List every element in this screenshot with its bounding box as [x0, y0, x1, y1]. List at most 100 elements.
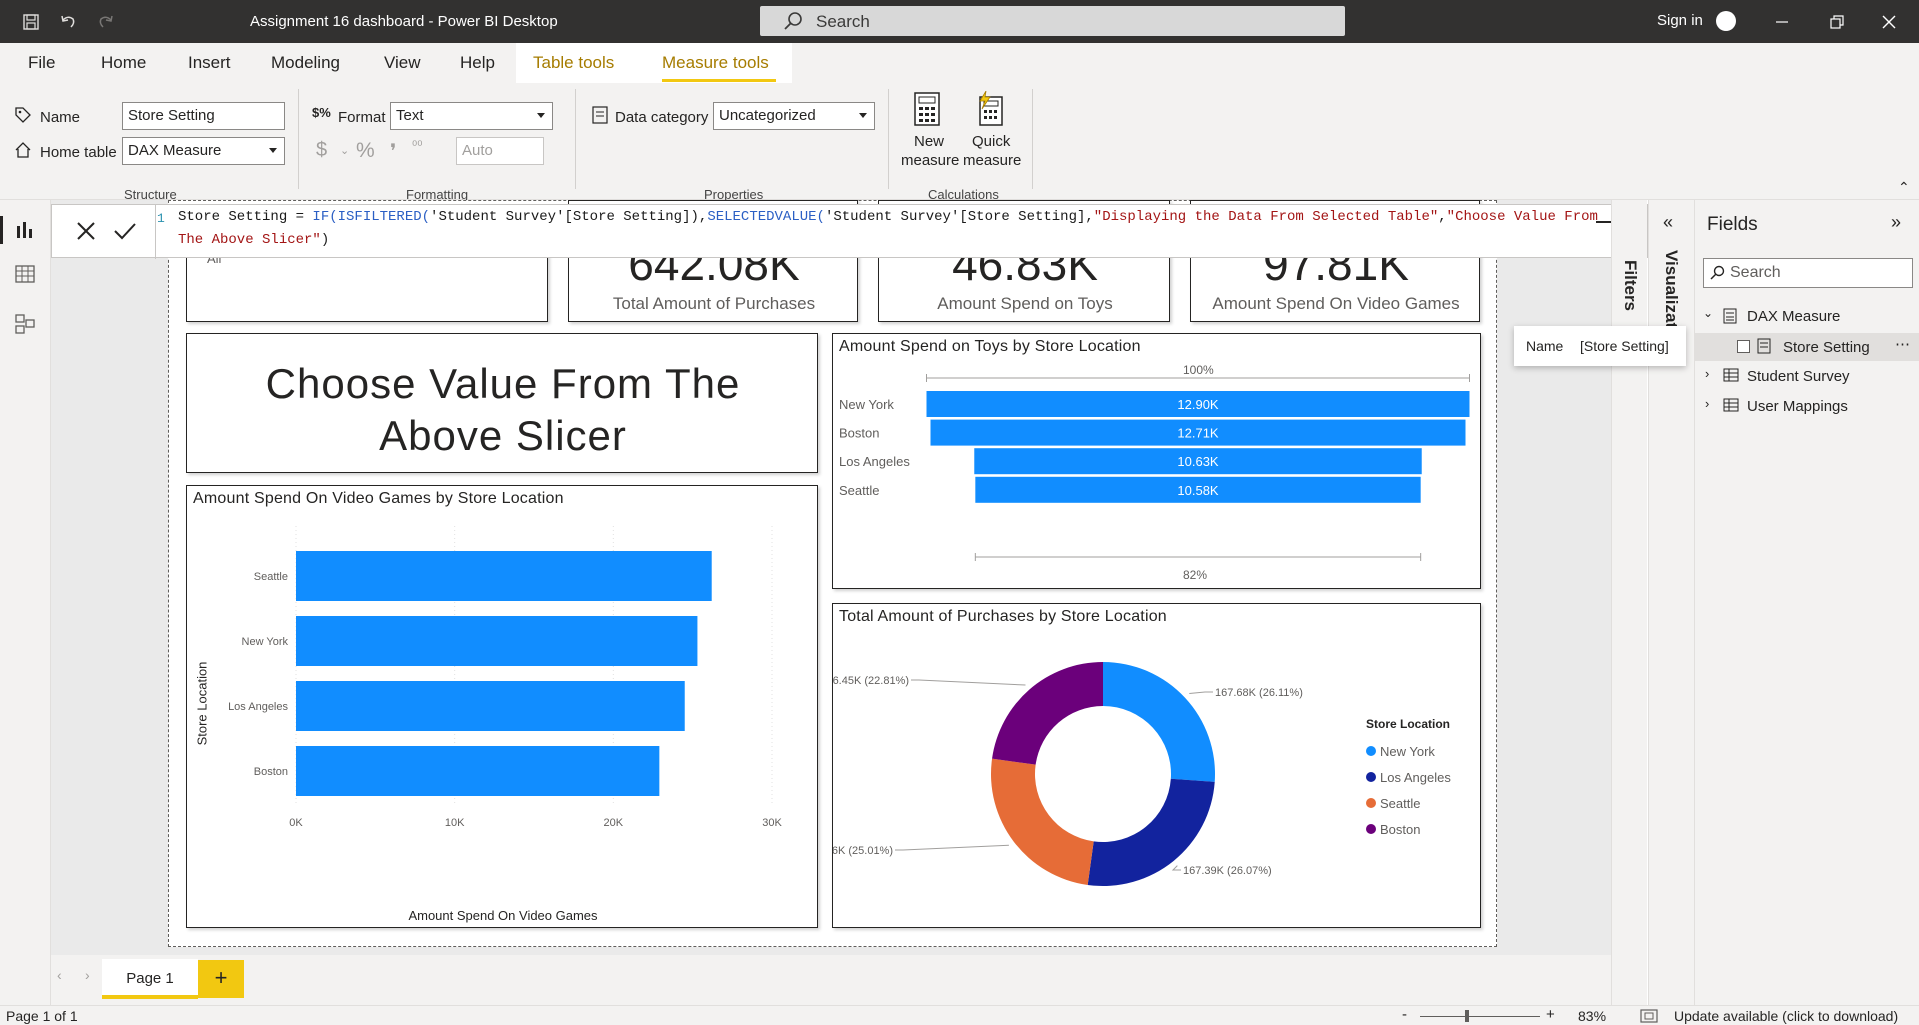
fields-search-input[interactable]: Search: [1703, 258, 1913, 288]
legend-marker: [1366, 772, 1376, 782]
cancel-formula-icon[interactable]: [74, 219, 98, 243]
legend-item[interactable]: Los Angeles: [1366, 764, 1451, 790]
format-icon: $%: [312, 105, 331, 120]
collapse-pane-icon[interactable]: »: [1891, 212, 1901, 233]
undo-icon[interactable]: [57, 11, 79, 33]
tab-table-tools[interactable]: Table tools: [533, 53, 614, 73]
update-available-link[interactable]: Update available (click to download): [1674, 1008, 1898, 1024]
zoom-level: 83%: [1578, 1008, 1607, 1024]
avatar[interactable]: [1716, 11, 1736, 31]
format-select[interactable]: Text: [390, 102, 553, 130]
commit-formula-icon[interactable]: [112, 219, 138, 243]
donut-chart-purchases[interactable]: Total Amount of Purchases by Store Locat…: [832, 603, 1481, 928]
zoom-out-button[interactable]: -: [1402, 1006, 1407, 1023]
search-icon: [1710, 265, 1725, 280]
sign-in-link[interactable]: Sign in: [1657, 12, 1703, 29]
data-label: 167.39K (26.07%): [1183, 865, 1272, 877]
legend-item[interactable]: New York: [1366, 738, 1451, 764]
data-label: 10.63K: [1177, 454, 1219, 469]
table-icon: [1723, 398, 1739, 412]
percent-icon[interactable]: %: [356, 139, 375, 163]
zoom-slider[interactable]: [1420, 1016, 1540, 1017]
close-icon[interactable]: [1877, 10, 1901, 34]
bar: [296, 681, 685, 731]
collapse-ribbon-icon[interactable]: ⌃: [1898, 179, 1910, 196]
page-count: Page 1 of 1: [6, 1008, 78, 1024]
field-label: Store Setting: [1783, 339, 1870, 356]
formula-part: 'Student Survey'[Store Setting]: [824, 209, 1086, 225]
formula-part: "Displaying the Data From Selected Table…: [1093, 209, 1439, 225]
table-dax-measure[interactable]: DAX Measure: [1747, 308, 1840, 325]
tag-icon: [15, 107, 31, 123]
name-field[interactable]: Store Setting: [122, 102, 285, 130]
field-store-setting[interactable]: Store Setting ⋯: [1695, 333, 1919, 361]
menu-home[interactable]: Home: [101, 53, 146, 73]
tab-measure-tools[interactable]: Measure tools: [662, 53, 769, 73]
visualizations-pane-collapsed[interactable]: « Visualizations: [1648, 200, 1694, 1005]
data-category-select[interactable]: Uncategorized: [713, 102, 875, 130]
funnel-chart-toys[interactable]: Amount Spend on Toys by Store Location 1…: [832, 333, 1481, 589]
formula-editor[interactable]: Store Setting = IF(ISFILTERED('Student S…: [178, 206, 1628, 256]
more-options-icon[interactable]: ⋯: [1895, 335, 1910, 353]
save-icon[interactable]: [20, 11, 42, 33]
quick-measure-button[interactable]: Quick measure: [958, 89, 1024, 181]
data-view-icon[interactable]: [15, 264, 35, 284]
legend-item[interactable]: Boston: [1366, 816, 1451, 842]
chevron-right-icon[interactable]: ›: [1705, 396, 1709, 411]
expand-pane-icon[interactable]: «: [1663, 212, 1673, 233]
formula-part: Store Setting =: [178, 209, 313, 225]
comma-icon[interactable]: ❜: [390, 139, 396, 164]
title-bar: Assignment 16 dashboard - Power BI Deskt…: [0, 0, 1919, 43]
table-user-mappings[interactable]: User Mappings: [1747, 398, 1848, 415]
prev-page-icon[interactable]: ‹: [57, 967, 62, 983]
zoom-slider-thumb[interactable]: [1465, 1010, 1469, 1022]
home-table-select[interactable]: DAX Measure: [122, 137, 285, 165]
x-tick-label: 0K: [289, 817, 303, 829]
active-tab-indicator: [662, 79, 776, 82]
decimal-places-field[interactable]: Auto: [456, 137, 544, 165]
new-measure-button[interactable]: New measure: [898, 89, 959, 181]
currency-icon[interactable]: $: [316, 139, 327, 162]
message-line-2: Above Slicer: [379, 412, 627, 459]
add-page-button[interactable]: +: [198, 960, 244, 998]
field-checkbox[interactable]: [1737, 340, 1750, 353]
menu-view[interactable]: View: [384, 53, 421, 73]
filters-label[interactable]: Filters: [1620, 260, 1640, 311]
window-title: Assignment 16 dashboard - Power BI Deskt…: [250, 13, 558, 30]
decimal-icon[interactable]: ⁰⁰: [412, 138, 422, 154]
chevron-right-icon[interactable]: ›: [1705, 366, 1709, 381]
chevron-down-icon[interactable]: ⌄: [340, 144, 349, 157]
report-view-icon[interactable]: [15, 220, 35, 240]
formula-part: "Choose Value From: [1446, 209, 1598, 225]
category-label: Boston: [839, 426, 879, 441]
tab-page-1[interactable]: Page 1: [102, 959, 198, 999]
view-switcher: [0, 200, 51, 1005]
x-tick-label: 20K: [604, 817, 624, 829]
zoom-in-button[interactable]: +: [1546, 1006, 1555, 1023]
minimize-icon[interactable]: [1770, 10, 1794, 34]
formula-part: SELECTEDVALUE(: [707, 209, 825, 225]
chevron-down-icon[interactable]: ⌄: [1703, 306, 1713, 320]
category-label: Seattle: [839, 483, 879, 498]
bar: [296, 616, 698, 666]
redo-icon[interactable]: [95, 11, 117, 33]
message-card[interactable]: Choose Value From The Above Slicer: [186, 333, 818, 473]
restore-icon[interactable]: [1825, 10, 1849, 34]
divider: [155, 205, 156, 259]
menu-insert[interactable]: Insert: [188, 53, 231, 73]
menu-help[interactable]: Help: [460, 53, 495, 73]
filters-pane-collapsed[interactable]: Filters: [1611, 200, 1647, 1005]
legend-title: Store Location: [1366, 717, 1451, 731]
leader-line: [911, 679, 1026, 686]
legend-item[interactable]: Seattle: [1366, 790, 1451, 816]
menu-file[interactable]: File: [28, 53, 55, 73]
search-box[interactable]: Search: [760, 6, 1345, 36]
bar-chart-video-games[interactable]: Amount Spend On Video Games by Store Loc…: [186, 485, 818, 928]
fields-title: Fields: [1707, 214, 1758, 235]
model-view-icon[interactable]: [15, 314, 35, 334]
fit-page-icon[interactable]: [1640, 1009, 1658, 1023]
next-page-icon[interactable]: ›: [85, 967, 90, 983]
table-student-survey[interactable]: Student Survey: [1747, 368, 1850, 385]
menu-modeling[interactable]: Modeling: [271, 53, 340, 73]
data-label: 10.58K: [1177, 483, 1219, 498]
